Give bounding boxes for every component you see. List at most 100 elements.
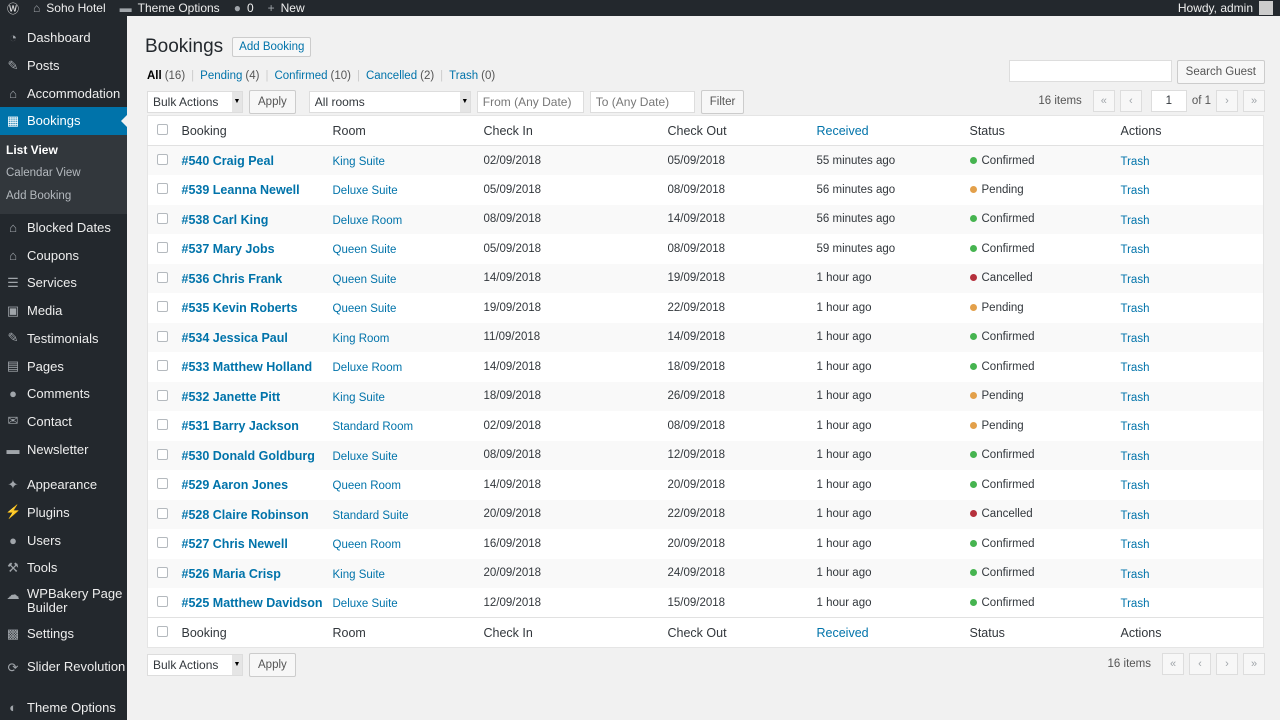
room-link[interactable]: Deluxe Room (333, 362, 403, 374)
menu-item-settings[interactable]: ▩ Settings (0, 620, 127, 648)
menu-item-newsletter[interactable]: ▬ Newsletter (0, 435, 127, 463)
row-checkbox[interactable] (157, 389, 168, 401)
menu-item-posts[interactable]: ✎ Posts (0, 52, 127, 80)
row-checkbox[interactable] (157, 154, 168, 165)
room-link[interactable]: Standard Suite (333, 510, 409, 522)
menu-item-dashboard[interactable]: ◔ Dashboard (0, 24, 127, 52)
row-checkbox[interactable] (157, 478, 168, 490)
booking-link[interactable]: #536 Chris Frank (182, 272, 283, 286)
col-received-sort[interactable]: Received (817, 618, 970, 648)
trash-link[interactable]: Trash (1121, 480, 1150, 492)
trash-link[interactable]: Trash (1121, 451, 1150, 463)
room-link[interactable]: King Room (333, 333, 390, 345)
room-link[interactable]: Deluxe Room (333, 215, 403, 227)
search-guest-button[interactable]: Search Guest (1176, 60, 1265, 84)
filter-label[interactable]: Cancelled (366, 70, 417, 82)
rooms-select[interactable]: All rooms ▼ (308, 91, 471, 113)
next-page-icon[interactable]: › (1216, 90, 1238, 112)
booking-link[interactable]: #525 Matthew Davidson (182, 596, 323, 610)
booking-link[interactable]: #531 Barry Jackson (182, 419, 299, 433)
first-page-icon[interactable]: « (1162, 653, 1184, 675)
row-checkbox[interactable] (157, 419, 168, 431)
col-received-sort[interactable]: Received (817, 116, 970, 146)
trash-link[interactable]: Trash (1121, 303, 1150, 315)
select-all-checkbox[interactable] (157, 123, 168, 135)
filter-label[interactable]: Pending (200, 70, 242, 82)
theme-options-link[interactable]: ▬ Theme Options (113, 0, 227, 16)
filter-cancelled[interactable]: Cancelled (2) (366, 70, 434, 82)
new-content-link[interactable]: + New (261, 0, 312, 16)
menu-item-appearance[interactable]: ✦ Appearance (0, 471, 127, 499)
filter-all[interactable]: All (16) (147, 70, 185, 82)
booking-link[interactable]: #527 Chris Newell (182, 537, 288, 551)
row-checkbox[interactable] (157, 183, 168, 195)
menu-item-theme-options[interactable]: ◐ Theme Options (0, 693, 127, 720)
menu-item-bookings[interactable]: ▦ Bookings (0, 107, 127, 135)
current-page-input[interactable]: 1 (1150, 90, 1187, 112)
room-link[interactable]: Deluxe Suite (333, 598, 398, 610)
menu-item-accommodation[interactable]: ⌂ Accommodation (0, 79, 127, 107)
room-link[interactable]: Deluxe Suite (333, 451, 398, 463)
trash-link[interactable]: Trash (1121, 244, 1150, 256)
filter-confirmed[interactable]: Confirmed (10) (274, 70, 351, 82)
site-name-link[interactable]: ⌂ Soho Hotel (26, 0, 113, 16)
menu-item-wpbakery-page-builder[interactable]: ☁ WPBakery Page Builder (0, 582, 127, 620)
booking-link[interactable]: #534 Jessica Paul (182, 331, 288, 345)
filter-label[interactable]: All (147, 70, 162, 82)
to-date-input[interactable]: To (Any Date) (589, 91, 695, 113)
search-guest-input[interactable] (1008, 60, 1172, 82)
bulk-actions-select[interactable]: Bulk Actions ▼ (147, 654, 243, 676)
menu-item-blocked-dates[interactable]: ⌂ Blocked Dates (0, 214, 127, 242)
next-page-icon[interactable]: › (1216, 653, 1238, 675)
filter-pending[interactable]: Pending (4) (200, 70, 259, 82)
menu-item-services[interactable]: ☰ Services (0, 269, 127, 297)
booking-link[interactable]: #532 Janette Pitt (182, 390, 281, 404)
row-checkbox[interactable] (157, 330, 168, 342)
trash-link[interactable]: Trash (1121, 598, 1150, 610)
row-checkbox[interactable] (157, 596, 168, 607)
apply-button[interactable]: Apply (249, 90, 296, 114)
room-link[interactable]: Standard Room (333, 421, 414, 433)
filter-trash[interactable]: Trash (0) (449, 70, 495, 82)
menu-item-testimonials[interactable]: ✎ Testimonials (0, 325, 127, 353)
booking-link[interactable]: #538 Carl King (182, 213, 269, 227)
from-date-input[interactable]: From (Any Date) (476, 91, 584, 113)
bulk-actions-select[interactable]: Bulk Actions ▼ (147, 91, 243, 113)
booking-link[interactable]: #528 Claire Robinson (182, 508, 309, 522)
trash-link[interactable]: Trash (1121, 392, 1150, 404)
room-link[interactable]: Deluxe Suite (333, 185, 398, 197)
menu-item-pages[interactable]: ▤ Pages (0, 352, 127, 380)
row-checkbox[interactable] (157, 360, 168, 372)
prev-page-icon[interactable]: ‹ (1119, 90, 1142, 112)
apply-button[interactable]: Apply (249, 653, 296, 677)
trash-link[interactable]: Trash (1121, 156, 1150, 168)
first-page-icon[interactable]: « (1092, 90, 1115, 112)
trash-link[interactable]: Trash (1121, 274, 1150, 286)
booking-link[interactable]: #540 Craig Peal (182, 154, 274, 168)
booking-link[interactable]: #530 Donald Goldburg (182, 449, 315, 463)
trash-link[interactable]: Trash (1121, 569, 1150, 581)
room-link[interactable]: King Suite (333, 392, 385, 404)
row-checkbox[interactable] (157, 566, 168, 578)
room-link[interactable]: Queen Room (333, 480, 401, 492)
filter-label[interactable]: Confirmed (274, 70, 327, 82)
menu-item-slider-revolution[interactable]: ⟳ Slider Revolution (0, 655, 127, 693)
submenu-add-booking[interactable]: Add Booking (0, 185, 127, 208)
room-link[interactable]: King Suite (333, 569, 385, 581)
menu-item-media[interactable]: ▣ Media (0, 297, 127, 325)
row-checkbox[interactable] (157, 448, 168, 460)
row-checkbox[interactable] (157, 507, 168, 519)
room-link[interactable]: King Suite (333, 156, 385, 168)
trash-link[interactable]: Trash (1121, 510, 1150, 522)
last-page-icon[interactable]: » (1243, 90, 1265, 112)
trash-link[interactable]: Trash (1121, 185, 1150, 197)
row-checkbox[interactable] (157, 212, 168, 224)
menu-item-plugins[interactable]: ⚡ Plugins (0, 499, 127, 527)
trash-link[interactable]: Trash (1121, 539, 1150, 551)
menu-item-contact[interactable]: ✉ Contact (0, 408, 127, 436)
select-all-checkbox[interactable] (157, 625, 168, 637)
room-link[interactable]: Queen Room (333, 539, 401, 551)
filter-button[interactable]: Filter (700, 90, 745, 114)
trash-link[interactable]: Trash (1121, 362, 1150, 374)
trash-link[interactable]: Trash (1121, 215, 1150, 227)
